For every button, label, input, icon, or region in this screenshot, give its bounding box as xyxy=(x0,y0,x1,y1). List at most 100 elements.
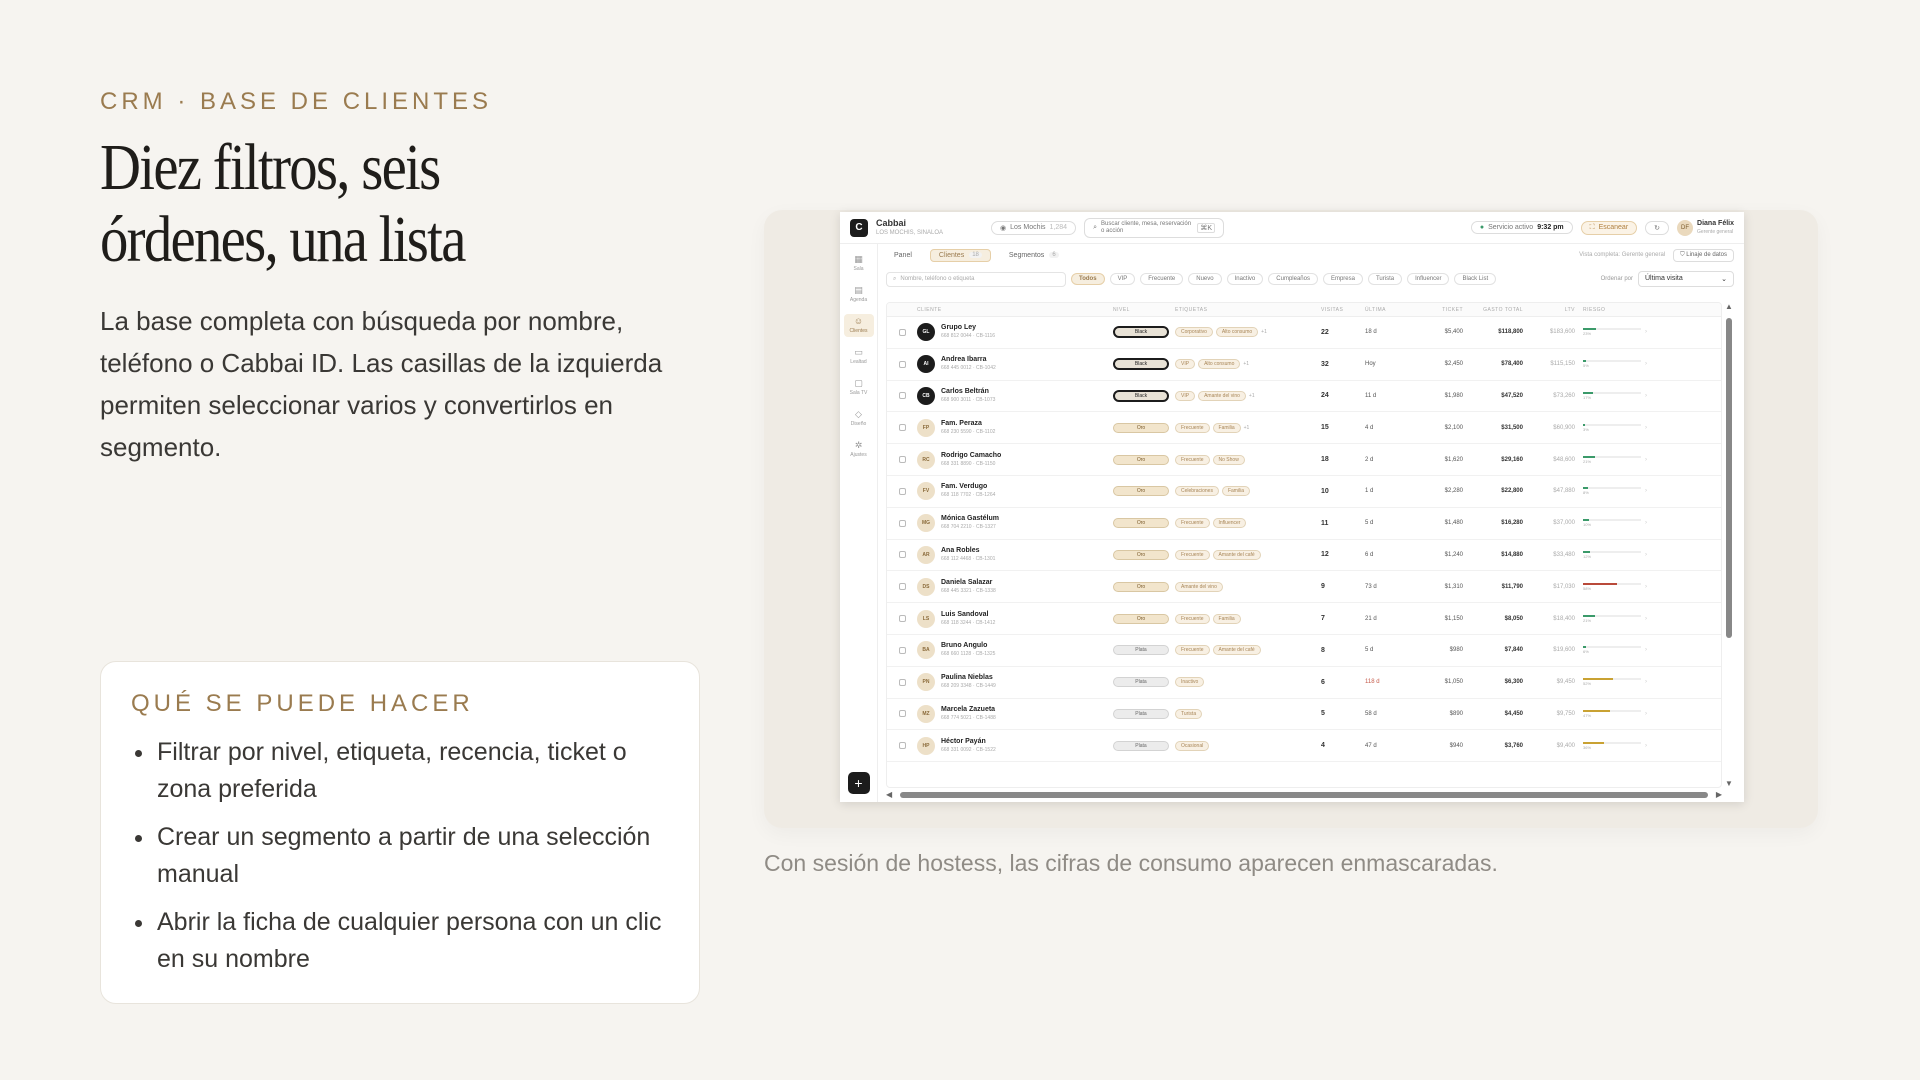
row-checkbox[interactable] xyxy=(898,456,906,464)
client-cell[interactable]: PN Paulina Nieblas 668 209 3348 · CB-1449 xyxy=(917,673,1113,692)
table-row[interactable]: CB Carlos Beltrán 668 900 3011 · CB-1073 Bl… xyxy=(887,381,1721,413)
horizontal-scrollbar[interactable]: ◀ ▶ xyxy=(886,790,1722,800)
chip-influencer[interactable]: Influencer xyxy=(1407,273,1450,285)
row-checkbox[interactable] xyxy=(898,487,906,495)
col-ltv[interactable]: LTV xyxy=(1523,307,1575,313)
user-menu[interactable]: DF Diana Félix Gerente general xyxy=(1677,219,1734,237)
chip-todos[interactable]: Todos xyxy=(1071,273,1105,285)
client-name[interactable]: Bruno Angulo xyxy=(941,642,995,650)
client-cell[interactable]: BA Bruno Angulo 668 660 1128 · CB-1325 xyxy=(917,641,1113,660)
row-checkbox[interactable] xyxy=(898,583,906,591)
more-tags[interactable]: +1 xyxy=(1244,425,1250,431)
global-search[interactable]: ⌕ Buscar cliente, mesa, reservación o ac… xyxy=(1084,217,1225,238)
row-checkbox[interactable] xyxy=(898,678,906,686)
client-cell[interactable]: MG Mónica Gastélum 668 704 2210 · CB-1327 xyxy=(917,514,1113,533)
table-row[interactable]: MZ Marcela Zazueta 668 774 5021 · CB-1488 P… xyxy=(887,699,1721,731)
client-name[interactable]: Mónica Gastélum xyxy=(941,515,999,523)
sidebar-item-sala[interactable]: ▦ Sala xyxy=(844,252,874,275)
client-name[interactable]: Rodrigo Camacho xyxy=(941,452,1001,460)
client-name[interactable]: Marcela Zazueta xyxy=(941,706,996,714)
row-checkbox[interactable] xyxy=(898,360,906,368)
chip-vip[interactable]: VIP xyxy=(1109,273,1136,285)
table-row[interactable]: LS Luis Sandoval 668 118 3244 · CB-1412 Oro… xyxy=(887,603,1721,635)
scroll-down-icon[interactable]: ▼ xyxy=(1725,779,1733,788)
more-tags[interactable]: +1 xyxy=(1249,393,1255,399)
chip-black-list[interactable]: Black List xyxy=(1454,273,1497,285)
chevron-right-icon[interactable]: › xyxy=(1645,393,1655,399)
client-cell[interactable]: MZ Marcela Zazueta 668 774 5021 · CB-1488 xyxy=(917,704,1113,723)
col-cliente[interactable]: CLIENTE xyxy=(917,307,1113,313)
client-cell[interactable]: FV Fam. Verdugo 668 118 7702 · CB-1264 xyxy=(917,482,1113,501)
table-row[interactable]: BA Bruno Angulo 668 660 1128 · CB-1325 Plat… xyxy=(887,635,1721,667)
refresh-button[interactable]: ↻ xyxy=(1645,220,1670,235)
order-select[interactable]: Última visita ⌄ xyxy=(1638,271,1734,287)
lineage-button[interactable]: ⛉ Linaje de datos xyxy=(1673,248,1734,262)
scan-button[interactable]: ⛶ Escanear xyxy=(1580,220,1638,235)
chevron-right-icon[interactable]: › xyxy=(1645,647,1655,653)
chevron-right-icon[interactable]: › xyxy=(1645,616,1655,622)
table-row[interactable]: GL Grupo Ley 668 812 0044 · CB-1116 Black Co… xyxy=(887,317,1721,349)
chevron-right-icon[interactable]: › xyxy=(1645,584,1655,590)
row-checkbox[interactable] xyxy=(898,615,906,623)
chip-cumpleanos[interactable]: Cumpleaños xyxy=(1268,273,1318,285)
client-name[interactable]: Daniela Salazar xyxy=(941,579,996,587)
col-gasto[interactable]: GASTO TOTAL xyxy=(1463,307,1523,313)
col-riesgo[interactable]: RIESGO xyxy=(1575,307,1645,313)
scroll-up-icon[interactable]: ▲ xyxy=(1724,302,1734,311)
col-etiquetas[interactable]: ETIQUETAS xyxy=(1175,307,1321,313)
table-row[interactable]: HP Héctor Payán 668 331 0092 · CB-1522 Plat… xyxy=(887,730,1721,763)
chevron-right-icon[interactable]: › xyxy=(1645,520,1655,526)
table-row[interactable]: RC Rodrigo Camacho 668 331 8890 · CB-1150 O… xyxy=(887,444,1721,476)
col-nivel[interactable]: NIVEL xyxy=(1113,307,1175,313)
client-cell[interactable]: HP Héctor Payán 668 331 0092 · CB-1522 xyxy=(917,736,1113,755)
more-tags[interactable]: +1 xyxy=(1243,361,1249,367)
client-cell[interactable]: GL Grupo Ley 668 812 0044 · CB-1116 xyxy=(917,323,1113,342)
client-name[interactable]: Grupo Ley xyxy=(941,324,995,332)
client-name[interactable]: Fam. Verdugo xyxy=(941,483,995,491)
table-row[interactable]: AR Ana Robles 668 112 4468 · CB-1301 Oro Fre… xyxy=(887,540,1721,572)
chevron-right-icon[interactable]: › xyxy=(1645,457,1655,463)
chevron-right-icon[interactable]: › xyxy=(1645,679,1655,685)
table-row[interactable]: PN Paulina Nieblas 668 209 3348 · CB-1449 P… xyxy=(887,667,1721,699)
row-checkbox[interactable] xyxy=(898,519,906,527)
client-cell[interactable]: AI Andrea Ibarra 668 445 0012 · CB-1042 xyxy=(917,355,1113,374)
row-checkbox[interactable] xyxy=(898,392,906,400)
chip-inactivo[interactable]: Inactivo xyxy=(1226,273,1264,285)
chevron-right-icon[interactable]: › xyxy=(1645,552,1655,558)
sidebar-item-agenda[interactable]: ▤ Agenda xyxy=(844,283,874,306)
client-name[interactable]: Luis Sandoval xyxy=(941,611,995,619)
chip-empresa[interactable]: Empresa xyxy=(1322,273,1363,285)
client-cell[interactable]: CB Carlos Beltrán 668 900 3011 · CB-1073 xyxy=(917,386,1113,405)
client-name[interactable]: Fam. Peraza xyxy=(941,420,995,428)
location-selector[interactable]: ◉ Los Mochis 1,284 xyxy=(991,220,1077,235)
client-name[interactable]: Ana Robles xyxy=(941,547,995,555)
row-checkbox[interactable] xyxy=(898,328,906,336)
client-cell[interactable]: AR Ana Robles 668 112 4468 · CB-1301 xyxy=(917,545,1113,564)
chevron-right-icon[interactable]: › xyxy=(1645,329,1655,335)
client-name[interactable]: Andrea Ibarra xyxy=(941,356,996,364)
cabbai-logo[interactable]: C xyxy=(850,218,868,237)
chevron-right-icon[interactable]: › xyxy=(1645,711,1655,717)
sidebar-item-clientes[interactable]: ☺ Clientes xyxy=(843,314,874,337)
vertical-scrollbar[interactable]: ▲ ▼ xyxy=(1724,302,1734,788)
client-name[interactable]: Carlos Beltrán xyxy=(941,388,995,396)
table-row[interactable]: DS Daniela Salazar 668 445 3321 · CB-1338 O… xyxy=(887,571,1721,604)
chevron-right-icon[interactable]: › xyxy=(1645,488,1655,494)
table-row[interactable]: MG Mónica Gastélum 668 704 2210 · CB-1327 O… xyxy=(887,508,1721,540)
row-checkbox[interactable] xyxy=(898,424,906,432)
scroll-right-icon[interactable]: ▶ xyxy=(1716,790,1722,799)
client-cell[interactable]: LS Luis Sandoval 668 118 3244 · CB-1412 xyxy=(917,609,1113,628)
col-ticket[interactable]: TICKET xyxy=(1423,307,1463,313)
add-button[interactable]: + xyxy=(847,772,870,794)
chevron-right-icon[interactable]: › xyxy=(1645,743,1655,749)
client-name[interactable]: Héctor Payán xyxy=(941,738,996,746)
row-checkbox[interactable] xyxy=(898,551,906,559)
sidebar-item-lealtad[interactable]: ▭ Lealtad xyxy=(844,345,874,368)
client-cell[interactable]: DS Daniela Salazar 668 445 3321 · CB-1338 xyxy=(917,577,1113,596)
chip-nuevo[interactable]: Nuevo xyxy=(1188,273,1222,285)
service-status[interactable]: ● Servicio activo 9:32 pm xyxy=(1470,221,1573,234)
col-visitas[interactable]: VISITAS xyxy=(1321,307,1365,313)
client-name[interactable]: Paulina Nieblas xyxy=(941,674,996,682)
client-cell[interactable]: FP Fam. Peraza 668 230 5590 · CB-1102 xyxy=(917,418,1113,437)
row-checkbox[interactable] xyxy=(898,646,906,654)
